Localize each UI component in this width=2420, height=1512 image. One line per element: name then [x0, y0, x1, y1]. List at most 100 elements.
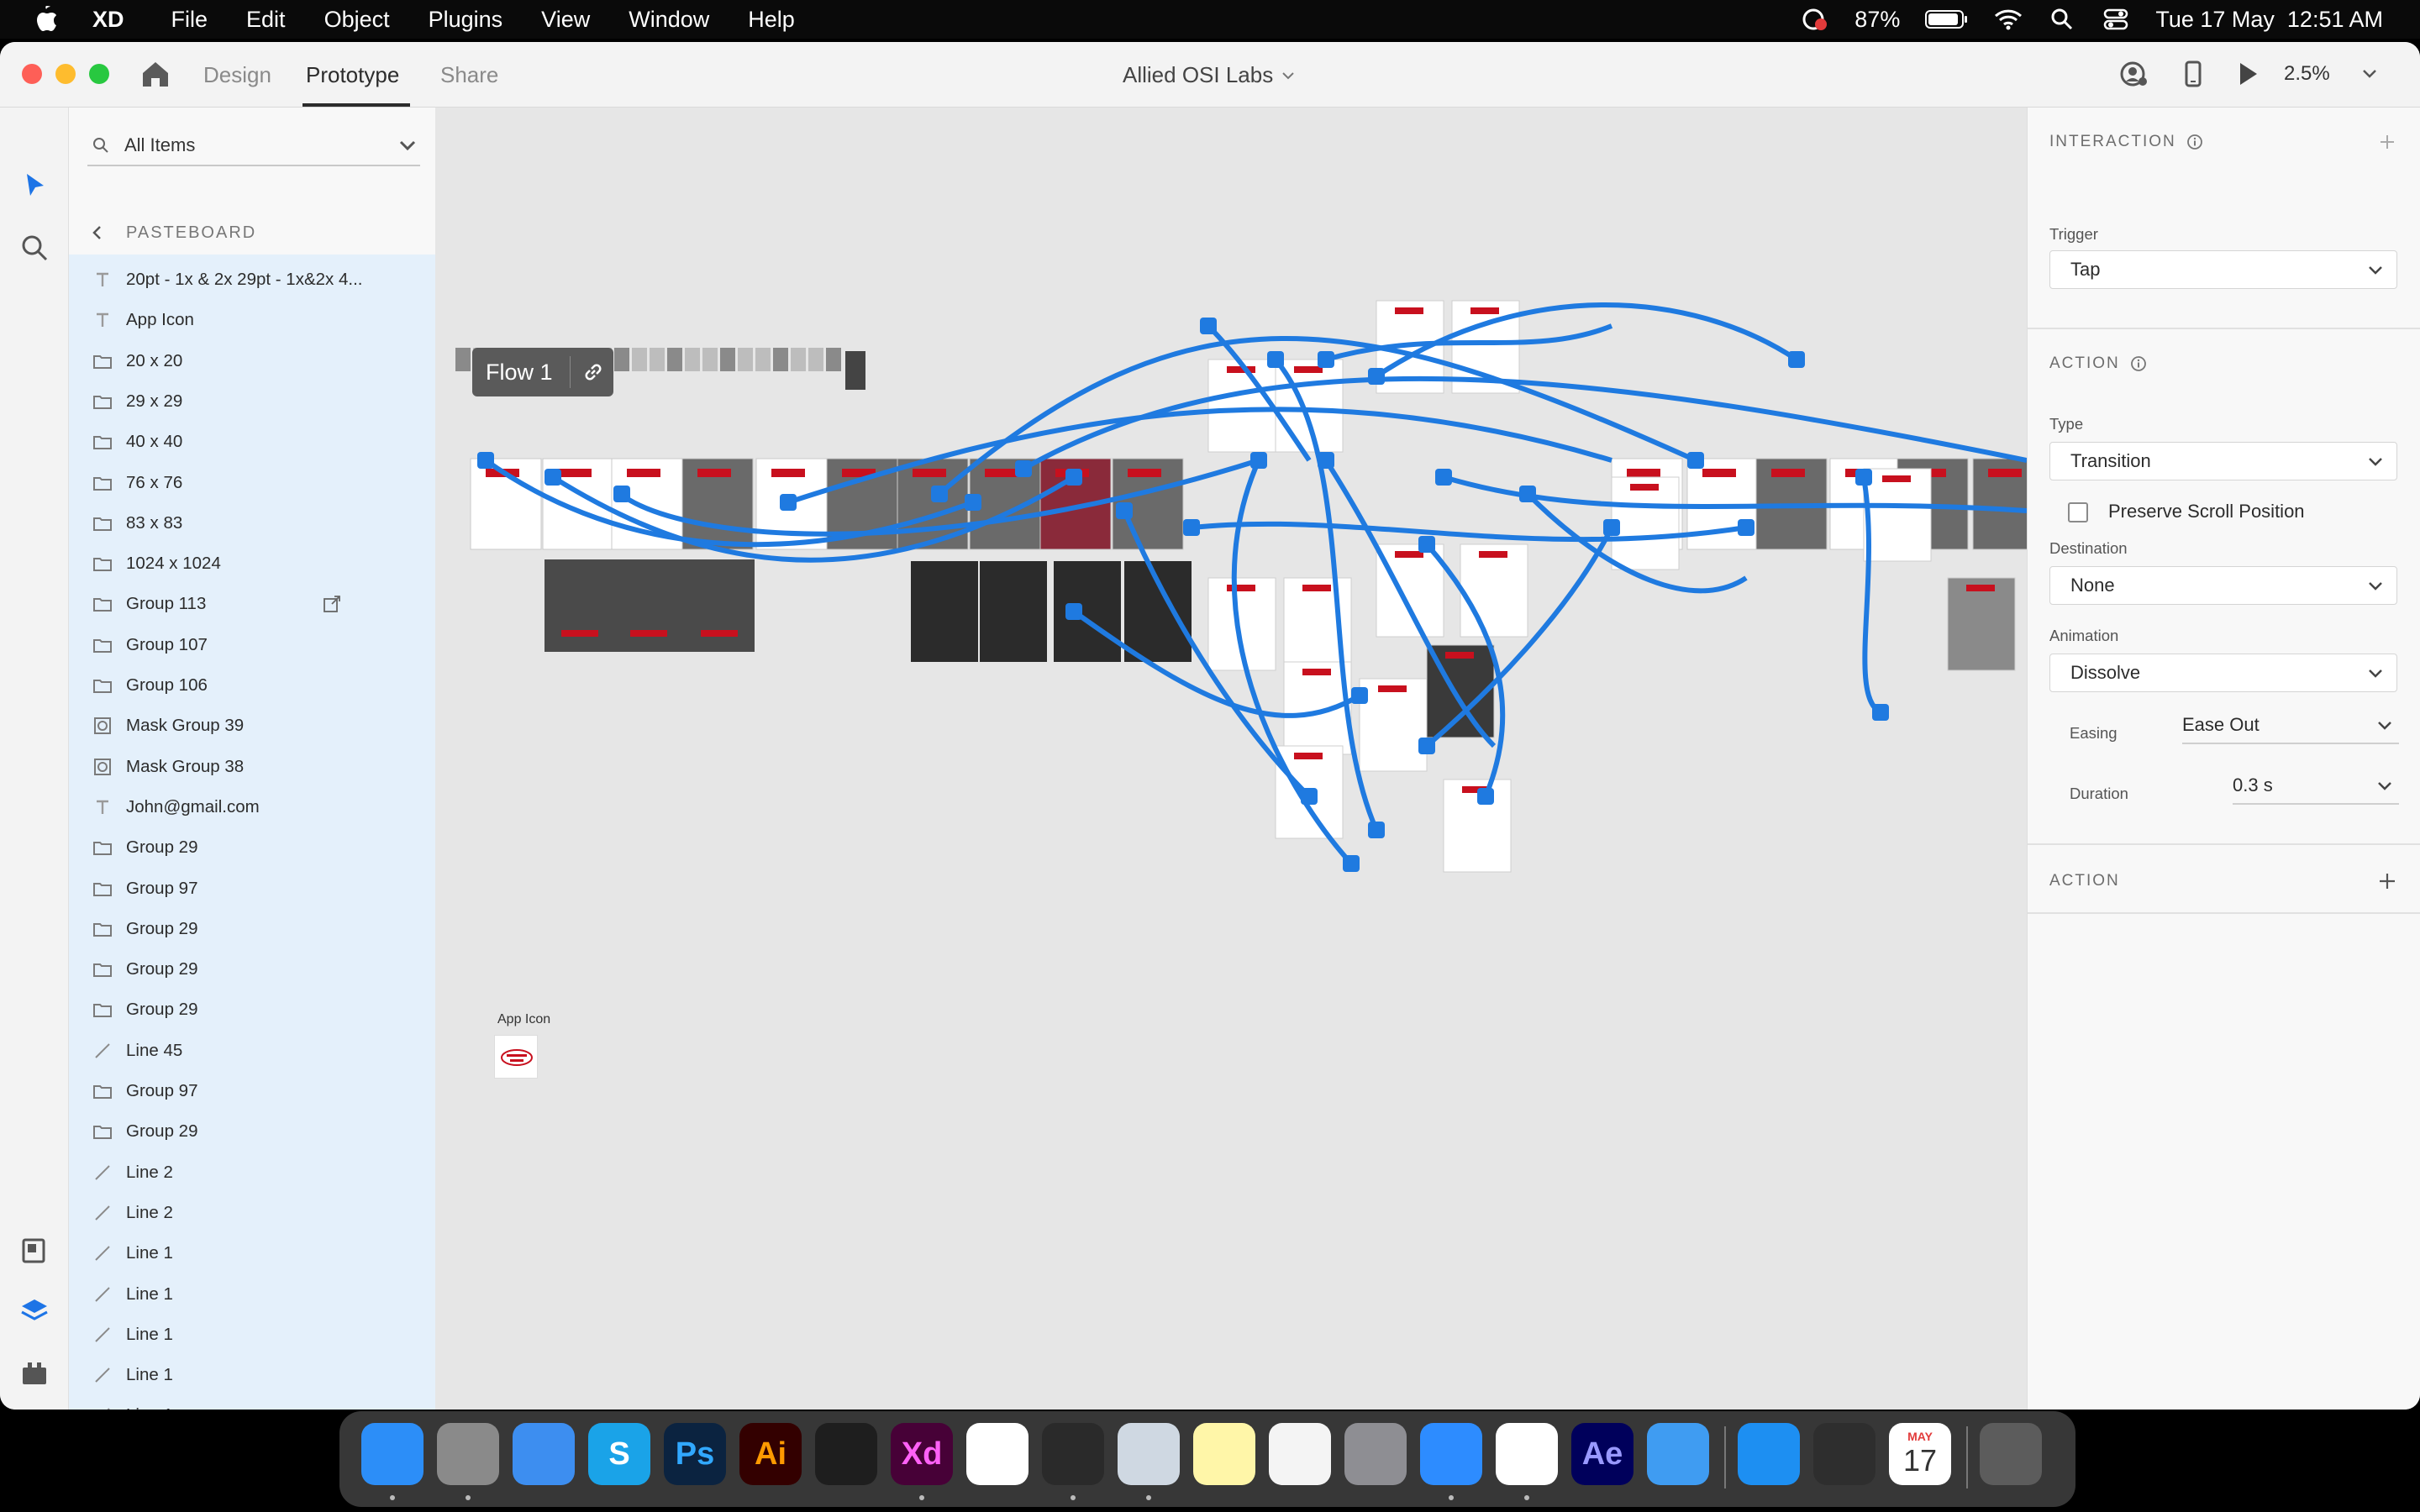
menu-window[interactable]: Window: [629, 7, 709, 33]
icon-artboard[interactable]: [614, 348, 629, 371]
artboard-logo[interactable]: [1302, 669, 1331, 675]
artboard-logo[interactable]: [1128, 469, 1161, 477]
chevron-down-icon[interactable]: [2361, 67, 2378, 81]
layer-row[interactable]: Group 29: [69, 990, 435, 1030]
artboard-logo[interactable]: [1294, 366, 1323, 373]
add-action-icon[interactable]: [2378, 872, 2396, 890]
screen-artboard[interactable]: [1947, 577, 2016, 671]
layer-row[interactable]: Group 29: [69, 827, 435, 868]
icon-artboard[interactable]: [667, 348, 682, 371]
tab-prototype[interactable]: Prototype: [306, 62, 399, 88]
after-effects-icon[interactable]: Ae: [1571, 1423, 1634, 1485]
screen-artboard[interactable]: [1376, 543, 1444, 638]
trash-icon[interactable]: [1980, 1423, 2042, 1485]
artboard-logo[interactable]: [771, 469, 805, 477]
layer-row[interactable]: 83 x 83: [69, 503, 435, 543]
artboard-logo[interactable]: [1988, 469, 2022, 477]
artboard-button[interactable]: [701, 630, 738, 637]
zoom-icon[interactable]: [1420, 1423, 1482, 1485]
app-store-icon[interactable]: [1738, 1423, 1800, 1485]
vscode-icon[interactable]: [966, 1423, 1028, 1485]
icon-artboard[interactable]: [755, 348, 771, 371]
artboard-logo[interactable]: [913, 469, 946, 477]
layer-row[interactable]: 20pt - 1x & 2x 29pt - 1x&2x 4...: [69, 260, 435, 300]
control-center-icon[interactable]: [2102, 7, 2130, 32]
artboard-logo[interactable]: [1227, 585, 1255, 591]
artboard-logo[interactable]: [1479, 551, 1507, 558]
artboard-logo[interactable]: [1882, 475, 1911, 482]
layer-row[interactable]: Group 106: [69, 665, 435, 706]
icon-artboard[interactable]: [685, 348, 700, 371]
pasteboard-breadcrumb[interactable]: PASTEBOARD: [91, 220, 256, 245]
icon-artboard[interactable]: [632, 348, 647, 371]
minimize-window-button[interactable]: [55, 64, 76, 84]
type-select[interactable]: Transition: [2049, 442, 2397, 480]
screen-artboard[interactable]: [1863, 468, 1932, 562]
spotlight-search-icon[interactable]: [2048, 7, 2076, 32]
play-preview-icon[interactable]: [2232, 59, 2262, 89]
destination-select[interactable]: None: [2049, 566, 2397, 605]
icon-artboard[interactable]: [720, 348, 735, 371]
artboard-logo[interactable]: [1302, 585, 1331, 591]
finder-icon[interactable]: [361, 1423, 424, 1485]
artboard-logo[interactable]: [1630, 484, 1659, 491]
creative-cloud-icon[interactable]: [1801, 7, 1829, 32]
screen-artboard[interactable]: [980, 561, 1047, 662]
feather-app-icon[interactable]: [1647, 1423, 1709, 1485]
artboard-logo[interactable]: [1771, 469, 1805, 477]
calendar-icon[interactable]: MAY 17: [1889, 1423, 1951, 1485]
layer-row[interactable]: John@gmail.com: [69, 787, 435, 827]
battery-icon[interactable]: [1925, 7, 1969, 32]
screen-artboard[interactable]: [1207, 359, 1276, 453]
mail-icon[interactable]: [513, 1423, 575, 1485]
menu-help[interactable]: Help: [748, 7, 795, 33]
layer-row[interactable]: Line 1: [69, 1233, 435, 1273]
screen-artboard[interactable]: [613, 559, 684, 652]
artboard-logo[interactable]: [1470, 307, 1499, 314]
screen-artboard[interactable]: [1359, 678, 1428, 772]
document-title[interactable]: Allied OSI Labs: [1123, 62, 1295, 88]
menu-edit[interactable]: Edit: [246, 7, 286, 33]
icon-artboard[interactable]: [773, 348, 788, 371]
screen-artboard[interactable]: [911, 561, 978, 662]
chrome-icon[interactable]: [1496, 1423, 1558, 1485]
select-tool-icon[interactable]: [18, 170, 50, 202]
layer-row[interactable]: Line 45: [69, 1031, 435, 1071]
layer-row[interactable]: Line 1: [69, 1395, 435, 1410]
artboard-logo[interactable]: [985, 469, 1018, 477]
plugins-icon[interactable]: [18, 1357, 50, 1389]
duration-field[interactable]: 0.3 s: [2233, 768, 2399, 805]
layer-row[interactable]: 29 x 29: [69, 381, 435, 422]
artboard-button[interactable]: [561, 630, 598, 637]
artboard-logo[interactable]: [1395, 551, 1423, 558]
close-window-button[interactable]: [22, 64, 42, 84]
layer-row[interactable]: Group 29: [69, 949, 435, 990]
layers-filter[interactable]: All Items: [87, 126, 420, 166]
layer-row[interactable]: Line 1: [69, 1274, 435, 1315]
layers-icon[interactable]: [18, 1295, 50, 1327]
external-link-icon[interactable]: [323, 595, 341, 613]
layer-row[interactable]: 76 x 76: [69, 463, 435, 503]
layer-row[interactable]: App Icon: [69, 300, 435, 340]
layer-row[interactable]: 1024 x 1024: [69, 543, 435, 584]
xd-icon[interactable]: Xd: [891, 1423, 953, 1485]
artboard-logo[interactable]: [697, 469, 731, 477]
screen-artboard[interactable]: [1460, 543, 1528, 638]
icon-artboard[interactable]: [455, 348, 471, 371]
transmit-icon[interactable]: [1269, 1423, 1331, 1485]
easing-select[interactable]: Ease Out: [2182, 707, 2399, 744]
menu-view[interactable]: View: [541, 7, 590, 33]
preserve-scroll-label[interactable]: Preserve Scroll Position: [2108, 501, 2305, 522]
artboard-logo[interactable]: [1627, 469, 1660, 477]
device-preview-icon[interactable]: [2178, 59, 2208, 89]
figma-icon[interactable]: [815, 1423, 877, 1485]
system-preferences-icon[interactable]: [1344, 1423, 1407, 1485]
screen-artboard[interactable]: [1611, 476, 1680, 570]
icon-artboard[interactable]: [738, 348, 753, 371]
artboard-logo[interactable]: [1702, 469, 1736, 477]
illustrator-icon[interactable]: Ai: [739, 1423, 802, 1485]
prototype-canvas[interactable]: Flow 1 App Icon: [435, 108, 2027, 1410]
layer-row[interactable]: Mask Group 38: [69, 747, 435, 787]
opera-icon[interactable]: [1042, 1423, 1104, 1485]
layer-row[interactable]: Group 107: [69, 625, 435, 665]
